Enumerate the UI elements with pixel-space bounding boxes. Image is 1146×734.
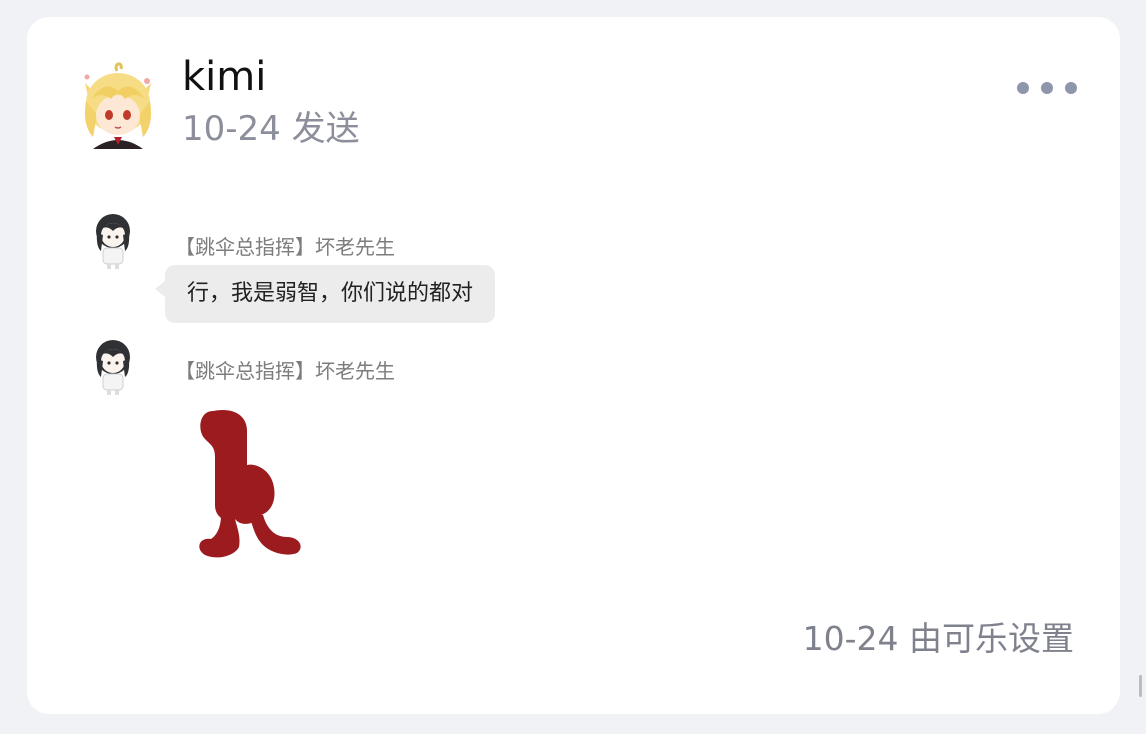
- scrollbar-indicator[interactable]: [1139, 675, 1142, 697]
- more-options-button[interactable]: [1017, 77, 1077, 99]
- sender-name: 【跳伞总指挥】坏老先生: [175, 359, 395, 383]
- post-card: kimi 10-24 发送 【跳伞总指挥】坏老先生 行，我是弱智，你们说的都对 …: [27, 17, 1120, 714]
- message-bubble[interactable]: 行，我是弱智，你们说的都对: [155, 265, 496, 323]
- more-horizontal-icon-dot: [1017, 82, 1029, 94]
- bubble-tail: [155, 281, 165, 297]
- post-timestamp: 10-24 发送: [182, 109, 360, 149]
- dark-hair-chibi-avatar-icon: [96, 340, 130, 395]
- author-avatar[interactable]: [77, 61, 159, 153]
- sender-avatar[interactable]: [89, 337, 137, 397]
- author-name[interactable]: kimi: [182, 57, 266, 97]
- sender-name: 【跳伞总指挥】坏老先生: [175, 235, 395, 259]
- dark-hair-chibi-avatar-icon: [96, 214, 130, 269]
- blonde-anime-avatar-icon: [84, 62, 152, 149]
- more-horizontal-icon-dot: [1041, 82, 1053, 94]
- footer-note: 10-24 由可乐设置: [802, 619, 1074, 658]
- message-text: 行，我是弱智，你们说的都对: [187, 281, 474, 306]
- red-blob-figure-sticker-icon: [199, 409, 301, 558]
- sticker-image[interactable]: [163, 387, 319, 581]
- more-horizontal-icon-dot: [1065, 82, 1077, 94]
- sender-avatar[interactable]: [89, 211, 137, 271]
